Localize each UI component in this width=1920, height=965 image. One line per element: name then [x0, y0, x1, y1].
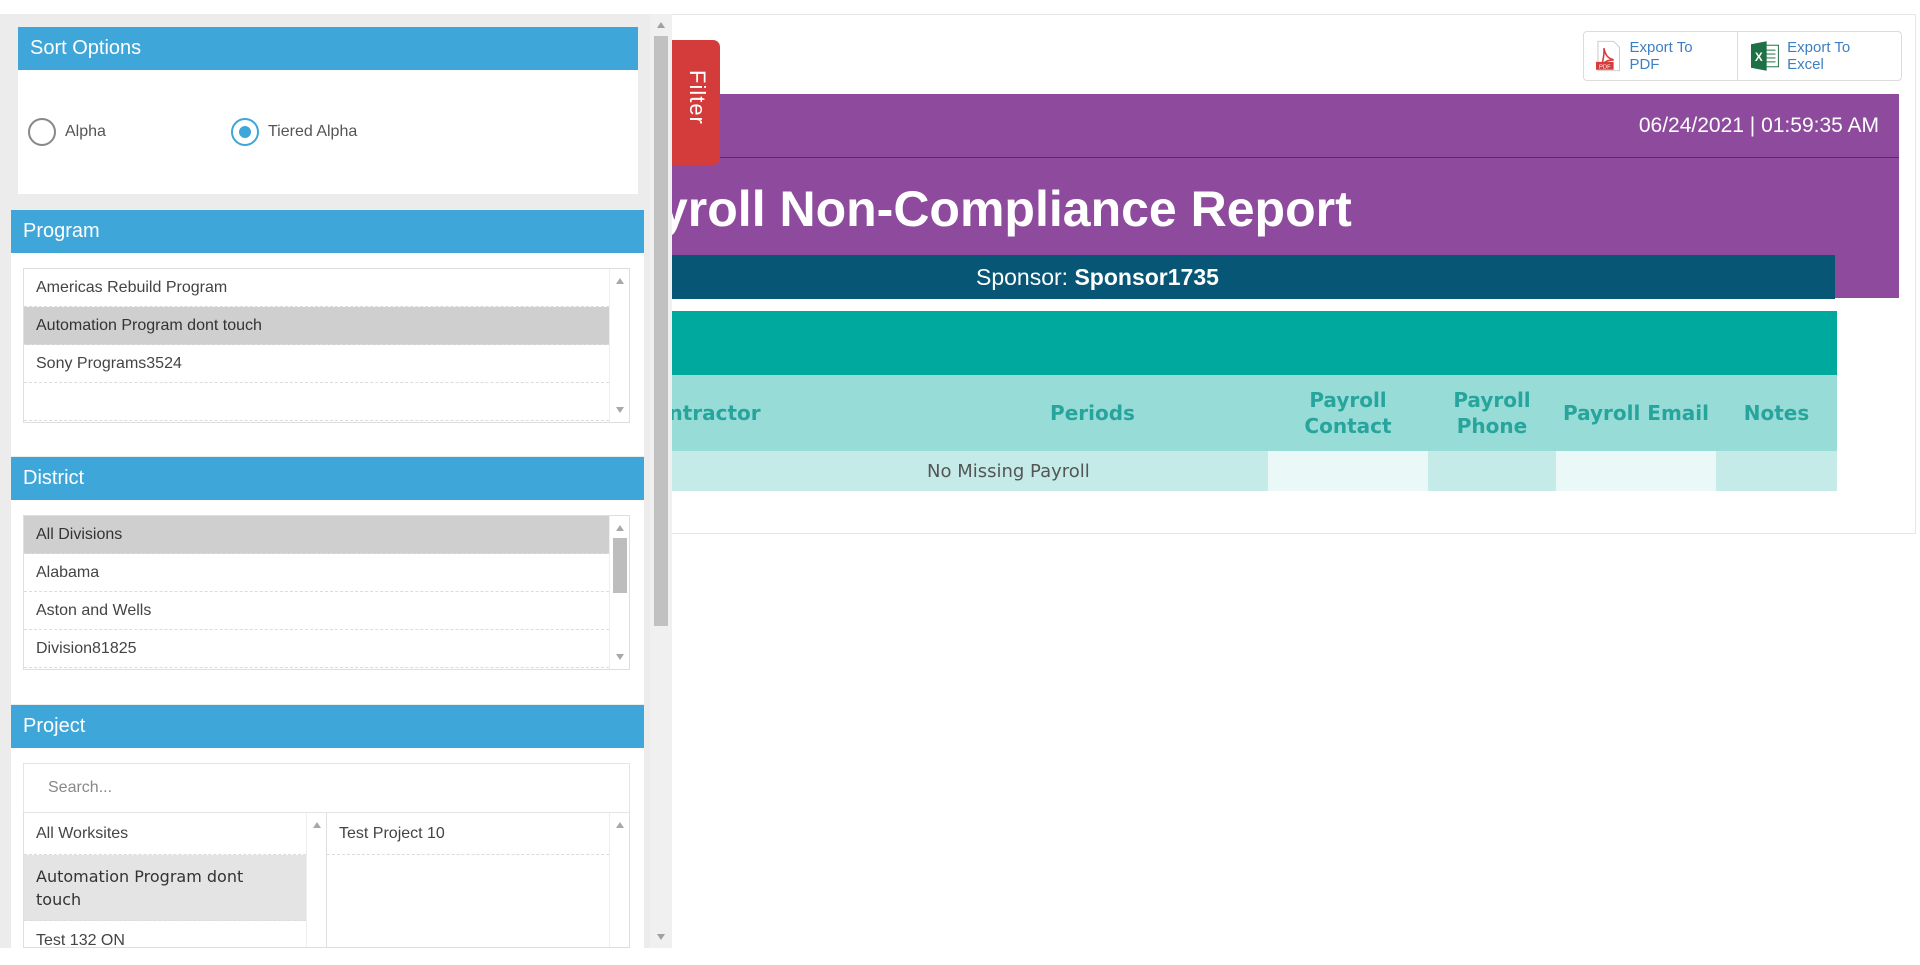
program-scrollbar[interactable] — [609, 269, 629, 422]
program-item[interactable]: Americas Rebuild Program — [24, 269, 629, 307]
program-item[interactable]: Sony Programs3524 — [24, 345, 629, 383]
project-item-selected[interactable]: Automation Program dont touch — [24, 855, 326, 921]
export-excel-label: Export To Excel — [1787, 39, 1851, 73]
table-row: No Missing Payroll — [560, 451, 1837, 491]
sponsor-label: Sponsor: — [976, 264, 1069, 290]
scroll-up-arrow-icon[interactable] — [616, 278, 624, 284]
report-datetime: 06/24/2021 | 01:59:35 AM — [1638, 114, 1879, 137]
radio-circle-alpha[interactable] — [28, 118, 56, 146]
pdf-icon: PDF — [1596, 40, 1620, 72]
sort-tiered-alpha-label: Tiered Alpha — [268, 123, 358, 140]
project-item[interactable]: Test Project 10 — [327, 813, 629, 855]
column-header-notes: Notes — [1743, 401, 1810, 425]
cell-payroll-contact — [1268, 451, 1428, 491]
filter-panel: Sort Options Alpha Tiered Alpha Program … — [0, 14, 672, 948]
program-body: Americas Rebuild Program Automation Prog… — [11, 253, 644, 456]
program-list[interactable]: Americas Rebuild Program Automation Prog… — [23, 268, 630, 423]
scroll-down-arrow-icon[interactable] — [616, 654, 624, 660]
scroll-down-arrow-icon[interactable] — [657, 934, 665, 940]
district-item[interactable]: Aston and Wells — [24, 592, 629, 630]
export-toolbar: PDF Export To PDF X Export To Excel — [1583, 31, 1902, 81]
project-body: All Worksites Automation Program dont to… — [11, 748, 644, 948]
district-scrollbar[interactable] — [609, 516, 629, 669]
project-right-scrollbar[interactable] — [609, 813, 629, 947]
svg-text:X: X — [1755, 51, 1763, 64]
project-header: Project — [11, 705, 644, 748]
project-left-list[interactable]: All Worksites Automation Program dont to… — [23, 813, 327, 948]
scroll-up-arrow-icon[interactable] — [657, 22, 665, 28]
sort-alpha-radio[interactable]: Alpha — [28, 118, 106, 146]
district-item[interactable]: Alabama — [24, 554, 629, 592]
sort-options-title: Sort Options — [30, 37, 142, 59]
sponsor-name: Sponsor1735 — [1074, 264, 1219, 290]
district-item[interactable]: Division81825 — [24, 630, 629, 668]
program-item[interactable] — [24, 383, 629, 421]
svg-text:PDF: PDF — [1599, 65, 1611, 71]
project-right-list[interactable]: Test Project 10 — [326, 813, 630, 948]
radio-circle-tiered-alpha[interactable] — [231, 118, 259, 146]
district-list[interactable]: All Divisions Alabama Aston and Wells Di… — [23, 515, 630, 670]
scroll-up-arrow-icon[interactable] — [313, 822, 321, 828]
filter-toggle-tab[interactable]: Filter — [672, 40, 720, 165]
export-pdf-button[interactable]: PDF Export To PDF — [1584, 32, 1737, 80]
scroll-down-arrow-icon[interactable] — [616, 407, 624, 413]
cell-payroll-email — [1556, 451, 1716, 491]
district-item-selected[interactable]: All Divisions — [24, 516, 629, 554]
excel-icon: X — [1750, 41, 1779, 71]
district-header: District — [11, 457, 644, 500]
report-title: yroll Non-Compliance Report — [660, 181, 1352, 237]
cell-periods: No Missing Payroll — [917, 451, 1268, 491]
district-body: All Divisions Alabama Aston and Wells Di… — [11, 500, 644, 704]
project-item[interactable]: Test 132 ON — [24, 921, 326, 948]
project-left-scrollbar[interactable] — [306, 813, 326, 947]
scroll-thumb[interactable] — [613, 538, 627, 593]
cell-notes — [1716, 451, 1837, 491]
scroll-up-arrow-icon[interactable] — [616, 525, 624, 531]
column-header-periods: Periods — [1050, 401, 1135, 425]
cell-payroll-phone — [1428, 451, 1556, 491]
project-item[interactable]: All Worksites — [24, 813, 326, 855]
sort-options-header: Sort Options — [18, 27, 638, 70]
export-pdf-label: Export To PDF — [1629, 39, 1693, 73]
sort-tiered-alpha-radio[interactable]: Tiered Alpha — [231, 118, 357, 146]
scroll-up-arrow-icon[interactable] — [616, 822, 624, 828]
program-header: Program — [11, 210, 644, 253]
column-header-payroll-contact: Payroll Contact — [1304, 388, 1392, 438]
column-header-payroll-email: Payroll Email — [1562, 401, 1710, 425]
district-title: District — [23, 467, 85, 489]
program-item-selected[interactable]: Automation Program dont touch — [24, 307, 629, 345]
program-title: Program — [23, 220, 100, 242]
export-excel-button[interactable]: X Export To Excel — [1736, 32, 1901, 80]
sponsor-bar: Sponsor: Sponsor1735 — [560, 255, 1835, 299]
sort-options-body: Alpha Tiered Alpha — [18, 70, 638, 194]
filter-tab-label: Filter — [685, 70, 710, 125]
filter-panel-scrollbar[interactable] — [650, 14, 672, 948]
table-header-row: arding Contractor Periods Payroll Contac… — [560, 375, 1837, 451]
column-header-payroll-phone: Payroll Phone — [1453, 388, 1531, 438]
project-search-input[interactable] — [23, 763, 630, 813]
scroll-thumb[interactable] — [654, 36, 668, 626]
sponsor-text: Sponsor: Sponsor1735 — [976, 264, 1219, 291]
project-title: Project — [23, 715, 86, 737]
banner-divider — [560, 157, 1899, 158]
sort-alpha-label: Alpha — [65, 123, 106, 140]
section-header-bar — [560, 311, 1837, 375]
